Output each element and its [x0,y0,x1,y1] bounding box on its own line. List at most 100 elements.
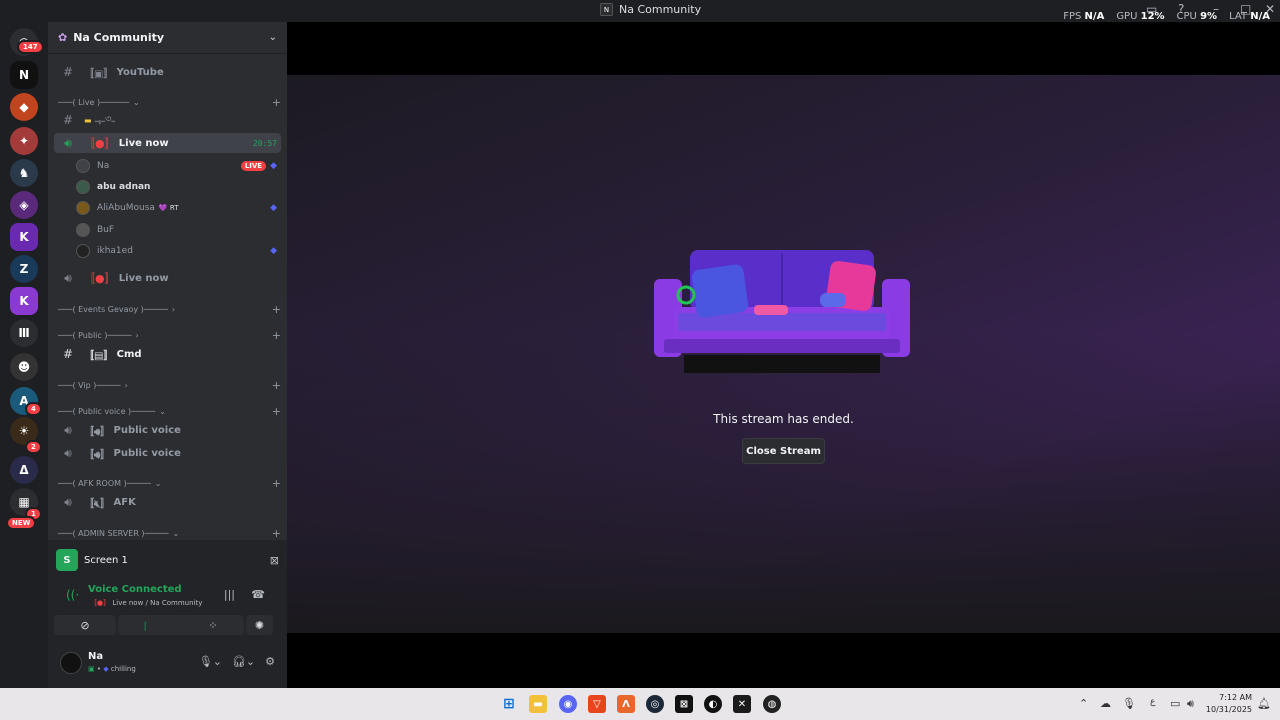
volume-icon[interactable]: 🔊︎ [1187,697,1194,711]
voice-user[interactable]: ikha1ed ◆ [76,241,281,261]
server-icon-3[interactable]: ✦ [10,127,38,155]
avatar [76,201,90,215]
screen-share-icon: S [56,549,78,571]
screen-share-icon: ◆ [270,246,277,256]
brave-icon[interactable]: ▽ [588,695,606,713]
disconnect-icon[interactable]: ☎ [251,588,265,601]
activities-button[interactable]: ⁘ [182,615,244,635]
noise-suppression-icon[interactable]: ||| [224,588,235,601]
signal-icon[interactable]: ((· [66,588,79,602]
server-rail: ◉ 147 N ◆ ✦ ♞ ◈ K Z K Ⅲ ☻ A 4 ☀ 2 Δ ▦ 1 … [0,22,48,688]
settings-gear-icon[interactable]: ⚙ [265,655,275,668]
cloud-icon[interactable]: ☁ [1100,697,1111,710]
voice-user[interactable]: AliAbuMousa 💜 RT ◆ [76,198,281,218]
channel-arabic[interactable]: # ▬ ـﮩـ৩ـ [54,110,281,130]
chevron-up-icon[interactable]: ⌃ [1079,697,1088,710]
app-icon-2[interactable]: ◍ [763,695,781,713]
obs-icon[interactable]: ◐ [704,695,722,713]
server-icon-6[interactable]: K [10,223,38,251]
live-badge: LIVE [240,161,267,171]
capcut-icon[interactable]: ⊠ [675,695,693,713]
camera-button[interactable]: ⊘ [54,615,116,635]
microphone-icon[interactable]: 🎙︎⌄ [199,655,222,668]
user-panel: S Screen 1 ⊠ ((· Voice Connected 〚●〛 Liv… [48,540,287,688]
category-public[interactable]: ───( Public )───── › + [58,328,281,342]
server-header[interactable]: ✿ Na Community ⌄ [48,22,287,54]
plus-icon[interactable]: + [272,527,281,540]
user-info[interactable]: Na ▣ • ◆ chilling 🎙︎⌄ 🎧︎⌄ ⚙ [56,648,279,680]
category-admin[interactable]: ───( ADMIN SERVER )───── ⌄ + [58,526,281,540]
windows-start-icon[interactable]: ⊞ [500,695,518,713]
avatar [76,244,90,258]
steam-icon[interactable]: ◎ [646,695,664,713]
screen-label: Screen 1 [84,554,128,566]
plus-icon[interactable]: + [272,329,281,342]
plus-icon[interactable]: + [272,477,281,490]
plus-icon[interactable]: + [272,379,281,392]
channel-public-voice-2[interactable]: 🔊︎ 〚🔊︎〛 Public voice [54,443,281,463]
activities-icon: ⁘ [208,618,218,632]
avatar [76,159,90,173]
server-icon-4[interactable]: ♞ [10,159,38,187]
server-badge-4: 4 [25,402,42,416]
server-icon-8[interactable]: K [10,287,38,315]
category-live[interactable]: ───( Live )────── ⌄ + [58,95,281,109]
category-public-voice[interactable]: ───( Public voice )───── ⌄ + [58,404,281,418]
plus-icon[interactable]: + [272,303,281,316]
server-icon-5[interactable]: ◈ [10,191,38,219]
plus-icon[interactable]: + [272,96,281,109]
discord-icon[interactable]: ◉ [559,695,577,713]
stream-stage [287,75,1280,633]
category-events[interactable]: ───( Events Gevaoy )───── › + [58,302,281,316]
home-badge: 147 [17,40,44,54]
server-icon-13[interactable]: Δ [10,456,38,484]
file-explorer-icon[interactable]: ▬ [529,695,547,713]
voice-status[interactable]: Voice Connected [88,584,182,595]
stop-screen-icon[interactable]: ⊠ [270,554,279,567]
plus-icon[interactable]: + [272,405,281,418]
voice-channel-info[interactable]: 〚●〛 Live now / Na Community [90,598,202,608]
channel-youtube[interactable]: # 〚▣〛 YouTube [54,62,281,82]
voice-user[interactable]: abu adnan [76,177,281,197]
channel-afk[interactable]: 🔊︎ 〚🔇︎〛 AFK [54,492,281,512]
user-name: Na [88,651,104,662]
voice-user[interactable]: Na LIVE ◆ [76,156,281,176]
voice-connected: ((· Voice Connected 〚●〛 Live now / Na Co… [56,584,279,612]
channel-live-now-active[interactable]: 🔊︎ 〚●〛 Live now 20:57 [54,133,281,153]
channel-live-now-2[interactable]: 🔊︎ 〚●〛 Live now [54,268,281,288]
server-na-community[interactable]: N [10,61,38,89]
notification-icon[interactable]: 🔔︎ [1257,697,1271,710]
voice-speaker-icon: 🔊︎ [64,270,72,285]
channel-public-voice-1[interactable]: 🔊︎ 〚🔊︎〛 Public voice [54,420,281,440]
server-badge-2: 2 [25,440,42,454]
camera-off-icon: ⊘ [80,618,90,632]
category-afk[interactable]: ───( AFK ROOM )───── ⌄ + [58,476,281,490]
screen-share-row[interactable]: S Screen 1 ⊠ [56,546,279,574]
voice-speaker-icon: 🔊︎ [64,422,72,437]
server-icon-7[interactable]: Z [10,255,38,283]
channel-cmd[interactable]: # 〚▤〛 Cmd [54,344,281,364]
chevron-down-icon[interactable]: ⌄ [269,32,277,43]
category-vip[interactable]: ───( Vip )───── › + [58,378,281,392]
new-badge[interactable]: NEW [6,516,37,530]
network-icon[interactable]: ▭ [1170,697,1180,710]
app-icon[interactable]: Λ [617,695,635,713]
window-title-text: Na Community [619,3,702,16]
headphones-icon[interactable]: 🎧︎⌄ [232,655,255,668]
couch-illustration [654,250,910,373]
server-name: Na Community [73,31,165,44]
server-icon-10[interactable]: ☻ [10,353,38,381]
server-icon-2[interactable]: ◆ [10,93,38,121]
stream-ended-text: This stream has ended. [713,412,854,426]
screen-share-icon: ◆ [270,203,277,213]
language-indicator[interactable]: ع [1150,697,1155,707]
taskbar: ⊞ ▬ ◉ ▽ Λ ◎ ⊠ ◐ ✕ ◍ ⌃ ☁ 🎙︎ ع ▭ 🔊︎ 7:12 A… [0,688,1280,720]
perf-stats: FPS N/A GPU 12% CPU 9% LAT N/A [1063,11,1270,22]
microphone-tray-icon[interactable]: 🎙︎ [1122,697,1136,710]
soundboard-button[interactable]: ✺ [246,615,273,635]
xbox-icon[interactable]: ✕ [733,695,751,713]
voice-user[interactable]: BuF [76,220,281,240]
system-clock[interactable]: 7:12 AM 10/31/2025 [1206,692,1252,716]
server-icon-9[interactable]: Ⅲ [10,319,38,347]
close-stream-button[interactable]: Close Stream [742,438,825,464]
